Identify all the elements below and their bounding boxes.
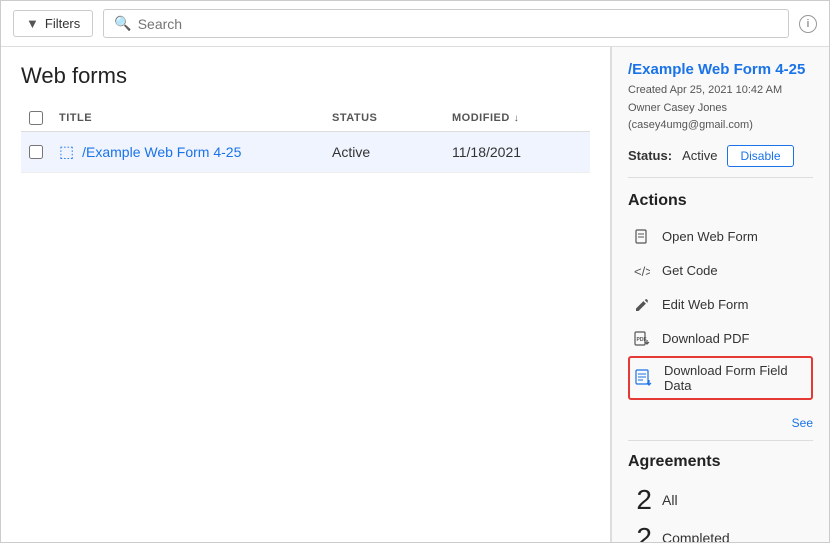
action-download-pdf-label: Download PDF bbox=[662, 331, 749, 346]
action-download-pdf[interactable]: PDF Download PDF bbox=[628, 322, 813, 356]
agreements-completed-count: 2 bbox=[628, 522, 652, 542]
col-header-status: STATUS bbox=[332, 112, 452, 124]
action-download-form-field-data[interactable]: Download Form Field Data bbox=[628, 356, 813, 400]
status-row: Status: Active Disable bbox=[628, 145, 813, 178]
action-open-web-form-label: Open Web Form bbox=[662, 229, 758, 244]
get-code-icon: </> bbox=[632, 261, 652, 281]
agreements-all-row: 2 All bbox=[628, 481, 813, 519]
row-checkbox[interactable] bbox=[29, 145, 43, 159]
agreements-all-count: 2 bbox=[628, 484, 652, 516]
select-all-checkbox[interactable] bbox=[29, 111, 43, 125]
svg-text:</>: </> bbox=[634, 264, 650, 279]
agreements-all-label: All bbox=[662, 492, 678, 508]
status-label: Status: bbox=[628, 148, 672, 163]
col-header-modified: MODIFIED ↓ bbox=[452, 112, 582, 124]
action-get-code-label: Get Code bbox=[662, 263, 718, 278]
search-icon: 🔍 bbox=[114, 15, 131, 32]
row-modified: 11/18/2021 bbox=[452, 144, 582, 160]
download-form-field-data-icon bbox=[634, 368, 654, 388]
filter-icon: ▼ bbox=[26, 16, 39, 31]
detail-form-title: /Example Web Form 4-25 bbox=[628, 61, 813, 78]
see-more-link[interactable]: See bbox=[628, 414, 813, 440]
detail-panel: /Example Web Form 4-25 Created Apr 25, 2… bbox=[611, 47, 829, 542]
download-pdf-icon: PDF bbox=[632, 329, 652, 349]
action-get-code[interactable]: </> Get Code bbox=[628, 254, 813, 288]
toolbar: ▼ Filters 🔍 i bbox=[1, 1, 829, 47]
edit-web-form-icon bbox=[632, 295, 652, 315]
page-title: Web forms bbox=[21, 63, 590, 89]
detail-owner: Owner Casey Jones (casey4umg@gmail.com) bbox=[628, 100, 813, 135]
agreements-completed-row: 2 Completed bbox=[628, 519, 813, 542]
filter-button[interactable]: ▼ Filters bbox=[13, 10, 93, 37]
action-edit-web-form[interactable]: Edit Web Form bbox=[628, 288, 813, 322]
table-row[interactable]: ⬚ /Example Web Form 4-25 Active 11/18/20… bbox=[21, 132, 590, 173]
actions-section: Actions Open Web Form </> Get Code bbox=[628, 192, 813, 400]
disable-button[interactable]: Disable bbox=[727, 145, 793, 167]
header-checkbox-col bbox=[29, 111, 59, 125]
detail-meta: Created Apr 25, 2021 10:42 AM Owner Case… bbox=[628, 82, 813, 135]
row-title[interactable]: ⬚ /Example Web Form 4-25 bbox=[59, 142, 332, 162]
col-header-title: TITLE bbox=[59, 112, 332, 124]
detail-created: Created Apr 25, 2021 10:42 AM bbox=[628, 82, 813, 100]
search-box: 🔍 bbox=[103, 9, 789, 38]
main-content: Web forms TITLE STATUS MODIFIED ↓ bbox=[1, 47, 829, 542]
row-checkbox-col bbox=[29, 145, 59, 159]
agreements-section: Agreements 2 All 2 Completed bbox=[628, 440, 813, 542]
status-value: Active bbox=[682, 148, 717, 163]
actions-title: Actions bbox=[628, 192, 813, 210]
action-edit-web-form-label: Edit Web Form bbox=[662, 297, 748, 312]
info-icon[interactable]: i bbox=[799, 15, 817, 33]
doc-icon: ⬚ bbox=[59, 142, 74, 162]
filter-label: Filters bbox=[45, 16, 80, 31]
search-input[interactable] bbox=[138, 16, 778, 32]
action-open-web-form[interactable]: Open Web Form bbox=[628, 220, 813, 254]
row-status: Active bbox=[332, 144, 452, 160]
list-panel: Web forms TITLE STATUS MODIFIED ↓ bbox=[1, 47, 611, 542]
sort-icon: ↓ bbox=[514, 113, 520, 124]
action-download-form-field-data-label: Download Form Field Data bbox=[664, 363, 807, 393]
app-container: ▼ Filters 🔍 i Web forms TITLE STATUS MOD… bbox=[0, 0, 830, 543]
table-header: TITLE STATUS MODIFIED ↓ bbox=[21, 105, 590, 132]
agreements-title: Agreements bbox=[628, 453, 813, 471]
agreements-completed-label: Completed bbox=[662, 530, 730, 542]
open-web-form-icon bbox=[632, 227, 652, 247]
